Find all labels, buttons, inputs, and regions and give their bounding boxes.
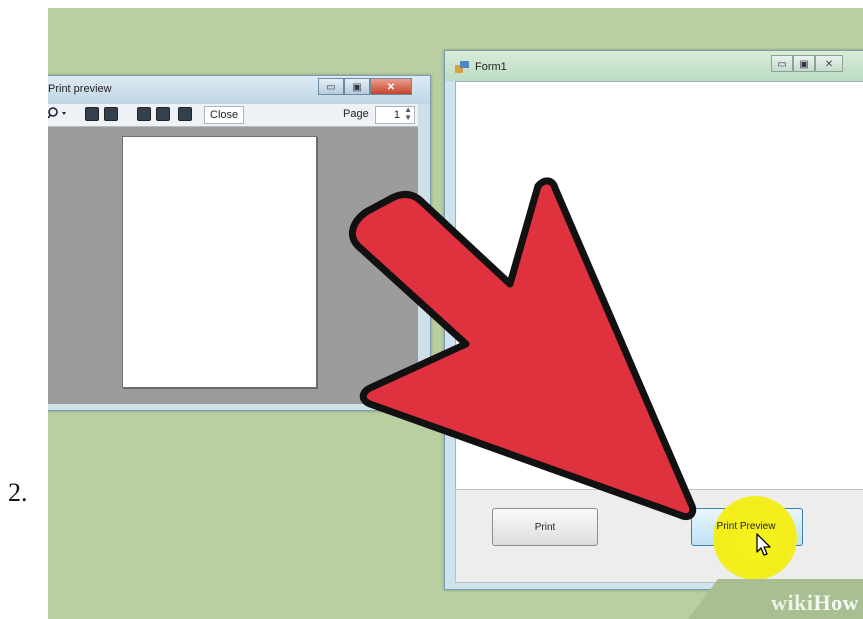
wikihow-watermark: wikiHow	[771, 590, 859, 616]
watermark-wiki: wiki	[771, 590, 814, 615]
desktop: Print preview ▭ ▣ ✕ Close Page 1 ▲ ▼ For…	[48, 8, 863, 619]
mouse-cursor-icon	[756, 533, 771, 556]
red-arrow-icon	[348, 177, 697, 521]
step-number: 2.	[8, 478, 28, 507]
watermark-how: How	[813, 590, 859, 615]
